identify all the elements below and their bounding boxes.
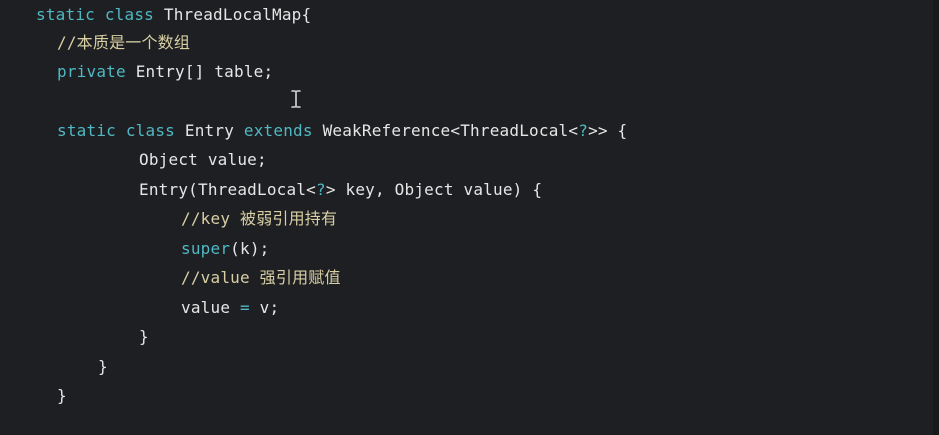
closing-brace: } [139, 327, 149, 346]
keyword-class: class [125, 121, 176, 140]
super-args: (k); [230, 239, 270, 258]
keyword-class: class [104, 5, 155, 24]
keyword-extends: extends [243, 121, 313, 140]
code-line-3: private Entry[] table; [57, 57, 273, 86]
code-line-7: Entry(ThreadLocal<?> key, Object value) … [139, 175, 542, 204]
keyword-super: super [181, 239, 231, 258]
wildcard: ? [578, 121, 589, 140]
keyword-static: static [36, 5, 95, 24]
code-line-9: super(k); [181, 234, 270, 263]
parent-type-end: >> { [588, 121, 628, 140]
assign-operator: = [240, 298, 250, 317]
code-line-8: //key 被弱引用持有 [181, 204, 337, 233]
code-line-12: } [139, 322, 149, 351]
closing-brace: } [98, 357, 108, 376]
assign-target: value [181, 298, 240, 317]
field-declaration: Entry[] table; [135, 62, 274, 81]
closing-brace: } [57, 386, 67, 405]
code-line-13: } [98, 352, 108, 381]
text-cursor-icon [291, 90, 301, 108]
code-line-1: static class ThreadLocalMap{ [36, 0, 311, 29]
comment: //value 强引用赋值 [181, 268, 341, 287]
comment: //本质是一个数组 [57, 33, 191, 52]
keyword-static: static [57, 121, 116, 140]
keyword-private: private [57, 62, 126, 81]
code-editor[interactable]: static class ThreadLocalMap{ //本质是一个数组 p… [0, 0, 939, 435]
class-name: Entry [184, 121, 235, 140]
class-name: ThreadLocalMap{ [163, 5, 312, 24]
code-line-2: //本质是一个数组 [57, 28, 190, 57]
code-line-5: static class Entry extends WeakReference… [57, 116, 627, 145]
constructor-params: > key, Object value) { [325, 180, 543, 199]
wildcard: ? [316, 180, 326, 199]
code-line-6: Object value; [139, 145, 267, 174]
code-line-10: //value 强引用赋值 [181, 263, 341, 292]
code-line-11: value = v; [181, 293, 279, 322]
constructor-signature: Entry(ThreadLocal< [139, 180, 316, 199]
scrollbar-track[interactable] [933, 0, 939, 435]
comment: //key 被弱引用持有 [181, 209, 338, 228]
field-declaration: Object value; [139, 150, 267, 169]
code-line-14: } [57, 381, 67, 410]
assign-value: v; [249, 298, 280, 317]
parent-type: WeakReference<ThreadLocal< [322, 121, 579, 140]
